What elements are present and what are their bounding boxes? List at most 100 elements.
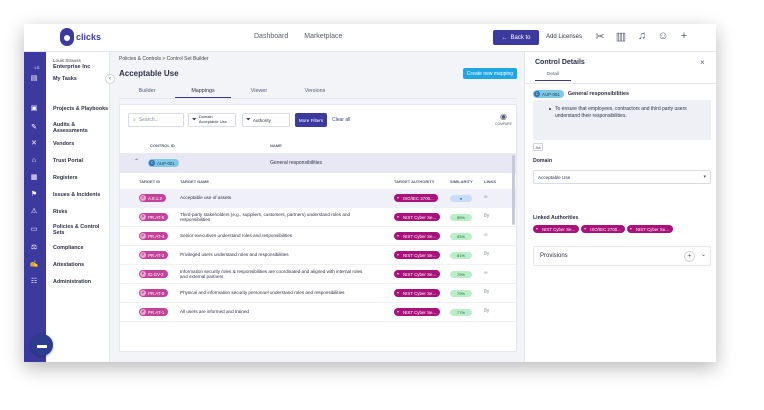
control-details-panel: Control Details × Detail C AUP-001 Gener… <box>524 52 716 362</box>
table-row[interactable]: P PR.AT-4 Senior executives understand ro… <box>120 227 516 246</box>
domain-select[interactable]: Acceptable Use ▾ <box>533 170 711 184</box>
linked-authorities-label: Linked Authorities <box>533 215 579 221</box>
sidebar-item-issues[interactable]: ⚑ Issues & Incidents <box>31 191 110 198</box>
table-scrollbar[interactable] <box>512 155 515 225</box>
domain-filter[interactable]: ⏷ Domain Acceptable Use <box>188 113 236 127</box>
target-authority-text: NIST Cyber Se... <box>403 309 437 315</box>
similarity-badge: 83% <box>450 233 472 240</box>
chevron-up-icon[interactable]: ⌃ <box>134 158 139 165</box>
link-icon: ⚭ <box>396 196 400 200</box>
target-authority-badge: ⚭ NIST Cyber Se... <box>394 270 441 278</box>
caret-down-icon: ▾ <box>703 174 706 180</box>
tools-icon[interactable]: ✂ <box>594 30 606 43</box>
sidebar-item-administration[interactable]: ☷ Administration <box>31 278 110 285</box>
links-icon[interactable]: 8γ <box>484 308 489 314</box>
similarity-badge: 79% <box>450 290 472 297</box>
target-dot-icon: P <box>140 214 146 220</box>
links-icon[interactable]: 8γ <box>484 213 489 219</box>
sidebar-item-projects[interactable]: ▣ Projects & Playbooks <box>31 105 110 112</box>
provisions-section[interactable]: Provisions + ⌄ <box>533 246 711 266</box>
tab-detail[interactable]: Detail <box>535 72 571 81</box>
sidebar-item-compliance[interactable]: ⚖ Compliance <box>31 244 110 251</box>
links-icon[interactable]: 8γ <box>484 289 489 295</box>
table-row[interactable]: P A.8.1.3 Acceptable use of assets ⚭ ISO/I… <box>120 189 516 208</box>
links-icon[interactable]: ∞ <box>484 232 488 238</box>
similarity-badge: 85% <box>450 214 472 221</box>
user-settings-icon[interactable]: ☺ <box>657 30 669 43</box>
close-icon[interactable]: × <box>700 58 705 67</box>
sidebar-item-attestations[interactable]: ✍ Attestations <box>30 261 110 268</box>
sidebar-collapse-button[interactable]: ‹ <box>105 74 115 84</box>
add-licenses-link[interactable]: Add Licenses <box>546 34 582 40</box>
target-name: Third-party stakeholders (e.g., supplier… <box>180 211 351 223</box>
create-mapping-button[interactable]: Create new mapping <box>463 68 517 79</box>
drop-icon: ● <box>459 196 463 201</box>
sidebar-item-label: Vendors <box>53 141 75 147</box>
domain-select-value: Acceptable Use <box>538 174 571 180</box>
links-icon[interactable]: ∞ <box>484 194 488 200</box>
text-format-button[interactable]: Aa <box>533 143 543 151</box>
target-id-text: PR.AT-5 <box>148 290 165 296</box>
col-target-authority: TARGET AUTHORITY <box>394 179 435 184</box>
tab-viewer[interactable]: Viewer <box>231 85 287 98</box>
search-input[interactable]: ⌕ Search... <box>128 113 184 127</box>
table-row[interactable]: P PR.AT-2 Privileged users understand rol… <box>120 246 516 265</box>
linked-authority-chip[interactable]: ⚭ ISO/IEC 2700... <box>581 225 625 233</box>
target-id-badge: P PR.AT-5 <box>139 289 169 297</box>
nav-marketplace[interactable]: Marketplace <box>304 33 342 40</box>
control-dot-icon: C <box>149 160 155 166</box>
bell-icon[interactable]: ♫ <box>636 30 648 43</box>
linked-authority-chip[interactable]: ⚭ NIST Cyber Se... <box>626 225 673 233</box>
col-similarity: SIMILARITY <box>450 179 473 184</box>
sidebar-item-policies[interactable]: ▭ Policies & Control Sets <box>31 224 110 236</box>
plus-icon[interactable]: + <box>678 30 690 43</box>
sidebar-item-registers[interactable]: ▦ Registers <box>31 174 110 181</box>
target-dot-icon: P <box>140 233 146 239</box>
sidebar-item-vendors[interactable]: ✕ Vendors <box>31 140 110 147</box>
parent-control-row[interactable]: ⌃ C AUP-001 General responsibilities <box>120 153 516 173</box>
chevron-down-icon[interactable]: ⌄ <box>701 251 706 258</box>
similarity-badge: 81% <box>450 252 472 259</box>
target-authority-text: NIST Cyber Se... <box>403 290 437 296</box>
control-header: C AUP-001 General responsibilities <box>533 90 629 98</box>
table-row[interactable]: P PR.AT-1 All users are informed and trai… <box>120 303 516 322</box>
document-icon: ▭ <box>30 226 38 234</box>
table-row[interactable]: P ID.GV-2 Information security roles & re… <box>120 265 516 284</box>
more-filters-button[interactable]: More Filters <box>295 113 327 127</box>
signature-icon: ✍ <box>29 261 39 269</box>
target-name: Senior executives understand roles and r… <box>180 233 293 239</box>
bullet-icon <box>549 108 551 110</box>
back-button[interactable]: ← Back to <box>493 30 539 45</box>
target-id-text: PR.AT-5 <box>148 214 165 220</box>
add-provision-button[interactable]: + <box>684 251 695 262</box>
sidebar-item-my-tasks[interactable]: ▤ My Tasks <box>31 75 110 82</box>
link-icon: ⚭ <box>396 310 400 314</box>
tab-builder[interactable]: Builder <box>119 85 175 98</box>
target-authority-text: NIST Cyber Se... <box>403 214 437 220</box>
sidebar-item-risks[interactable]: ⚠ Risks <box>31 208 110 215</box>
authority-filter[interactable]: ⏷ Authority <box>242 113 290 127</box>
linked-authority-chip[interactable]: ⚭ NIST Cyber Se... <box>533 225 580 233</box>
sidebar-item-audits[interactable]: ✎ Audits & Assessments <box>31 122 110 134</box>
nav-dashboard[interactable]: Dashboard <box>254 33 288 40</box>
link-icon: ⚭ <box>396 291 400 295</box>
link-icon: ⚭ <box>629 227 633 231</box>
compare-toggle[interactable]: ◉ COMPARE <box>495 112 512 126</box>
chat-button[interactable]: ▬ <box>31 334 53 356</box>
tab-versions[interactable]: Versions <box>287 85 343 98</box>
table-row[interactable]: P PR.AT-5 Physical and information securi… <box>120 284 516 303</box>
sidebar-item-label: Administration <box>53 279 92 285</box>
table-row[interactable]: P PR.AT-5 Third-party stakeholders (e.g.,… <box>120 208 516 227</box>
links-icon[interactable]: 8γ <box>484 251 489 257</box>
tab-mappings[interactable]: Mappings <box>175 85 231 98</box>
links-icon[interactable]: ∞ <box>484 270 488 276</box>
target-name: Privileged users understand roles and re… <box>180 252 289 258</box>
sidebar-item-label: Projects & Playbooks <box>53 106 109 112</box>
chart-icon[interactable]: ▥ <box>615 30 627 43</box>
breadcrumb[interactable]: Policies & Controls > Control Set Builde… <box>119 56 209 62</box>
avatar: LS <box>32 62 42 72</box>
brand-name: clicks <box>76 32 102 42</box>
brand-logo[interactable]: clicks <box>60 28 101 46</box>
clear-all-link[interactable]: Clear all <box>332 117 350 123</box>
sidebar-item-trust-portal[interactable]: ⌂ Trust Portal <box>32 157 110 164</box>
